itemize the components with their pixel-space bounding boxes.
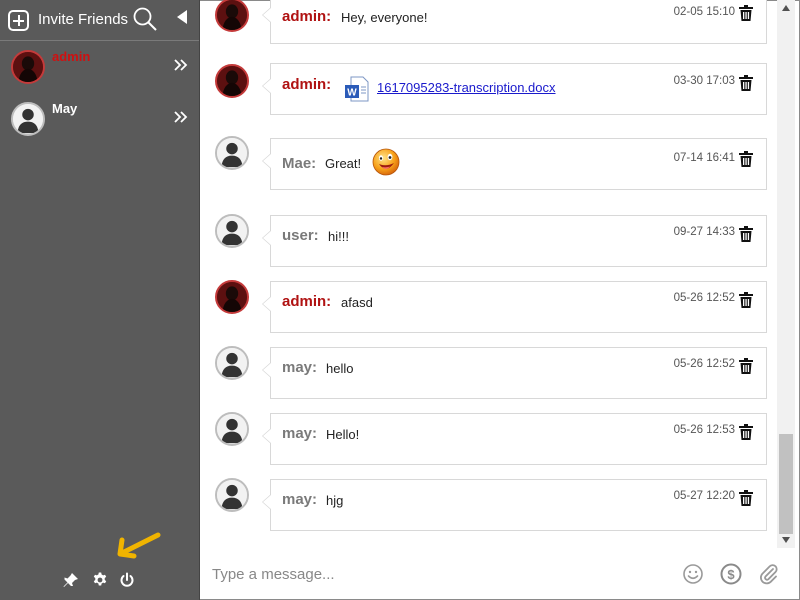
paperclip-icon[interactable] — [758, 563, 780, 585]
invite-friends-button[interactable]: Invite Friends — [38, 11, 128, 28]
message-bubble: Mae: Great! 07-14 16:41 — [262, 138, 767, 190]
avatar — [215, 64, 249, 98]
avatar — [215, 0, 249, 32]
trash-icon[interactable] — [739, 5, 753, 21]
message-bubble: admin: afasd 05-26 12:52 — [262, 281, 767, 333]
message-time: 09-27 14:33 — [673, 226, 735, 238]
message-input-bar: $ — [200, 548, 799, 599]
message-sender: admin: — [282, 8, 332, 25]
contact-item-may[interactable]: May — [0, 93, 199, 145]
message-bubble: may: hjg 05-27 12:20 — [262, 479, 767, 531]
scroll-thumb[interactable] — [779, 434, 793, 534]
message-bubble: admin: Hey, everyone! 02-05 15:10 — [262, 0, 767, 44]
double-chevron-right-icon[interactable] — [173, 58, 189, 72]
contact-name: May — [52, 101, 78, 116]
search-icon[interactable] — [132, 6, 158, 32]
pointer-arrow-icon — [117, 532, 161, 559]
message-sender: Mae: — [282, 155, 317, 172]
svg-text:$: $ — [727, 567, 735, 582]
message-time: 05-26 12:52 — [673, 358, 735, 370]
file-name[interactable]: 1617095283-transcription.docx — [377, 80, 556, 95]
chat-scrollbar[interactable] — [777, 0, 795, 548]
message-sender: admin: — [282, 76, 332, 93]
message-bubble: user: hi!!! 09-27 14:33 — [262, 215, 767, 267]
emoji-icon[interactable] — [682, 563, 704, 585]
double-chevron-right-icon[interactable] — [173, 110, 189, 124]
avatar — [215, 346, 249, 380]
trash-icon[interactable] — [739, 75, 753, 91]
sidebar: Invite Friends admin May — [0, 0, 200, 600]
message-sender: may: — [282, 491, 318, 508]
message-bubble: may: hello 05-26 12:52 — [262, 347, 767, 399]
message-bubble: may: Hello! 05-26 12:53 — [262, 413, 767, 465]
message-input[interactable] — [212, 562, 652, 586]
message-time: 03-30 17:03 — [673, 75, 735, 87]
collapse-triangle-icon[interactable] — [176, 10, 188, 24]
message-text: hi!!! — [328, 229, 349, 244]
message-sender: user: — [282, 227, 319, 244]
grinning-emoji-icon — [372, 148, 400, 176]
sidebar-header: Invite Friends — [0, 0, 199, 41]
power-icon[interactable] — [119, 572, 135, 588]
trash-icon[interactable] — [739, 226, 753, 242]
message-text: afasd — [341, 295, 373, 310]
avatar — [11, 50, 45, 84]
sidebar-toolbar — [63, 572, 143, 592]
dollar-icon[interactable]: $ — [720, 563, 742, 585]
message-text: hjg — [326, 493, 344, 508]
contact-item-admin[interactable]: admin — [0, 41, 199, 93]
message-sender: may: — [282, 425, 318, 442]
message-bubble: admin: W 1617095283-transcription.docx 0… — [262, 63, 767, 115]
avatar — [215, 214, 249, 248]
message-time: 05-27 12:20 — [673, 490, 735, 502]
message-time: 05-26 12:53 — [673, 424, 735, 436]
message-sender: may: — [282, 359, 318, 376]
trash-icon[interactable] — [739, 292, 753, 308]
trash-icon[interactable] — [739, 424, 753, 440]
avatar — [215, 136, 249, 170]
scroll-down-arrow-icon[interactable] — [781, 536, 791, 544]
message-time: 07-14 16:41 — [673, 152, 735, 164]
avatar — [215, 280, 249, 314]
trash-icon[interactable] — [739, 358, 753, 374]
gear-icon[interactable] — [92, 572, 108, 588]
message-text: Great! — [325, 156, 362, 171]
message-sender: admin: — [282, 293, 332, 310]
message-time: 02-05 15:10 — [673, 6, 735, 18]
scroll-up-arrow-icon[interactable] — [781, 4, 791, 12]
message-time: 05-26 12:52 — [673, 292, 735, 304]
message-text: Hey, everyone! — [341, 10, 428, 25]
avatar — [215, 412, 249, 446]
add-icon[interactable] — [8, 10, 29, 31]
pin-icon[interactable] — [63, 572, 79, 588]
word-document-icon: W — [345, 76, 369, 102]
contact-name: admin — [52, 49, 91, 64]
svg-text:W: W — [347, 88, 357, 99]
trash-icon[interactable] — [739, 151, 753, 167]
message-text: Hello! — [326, 427, 360, 442]
avatar — [11, 102, 45, 136]
avatar — [215, 478, 249, 512]
chat-messages: admin: Hey, everyone! 02-05 15:10 admin:… — [200, 0, 799, 548]
message-text: hello — [326, 361, 354, 376]
trash-icon[interactable] — [739, 490, 753, 506]
